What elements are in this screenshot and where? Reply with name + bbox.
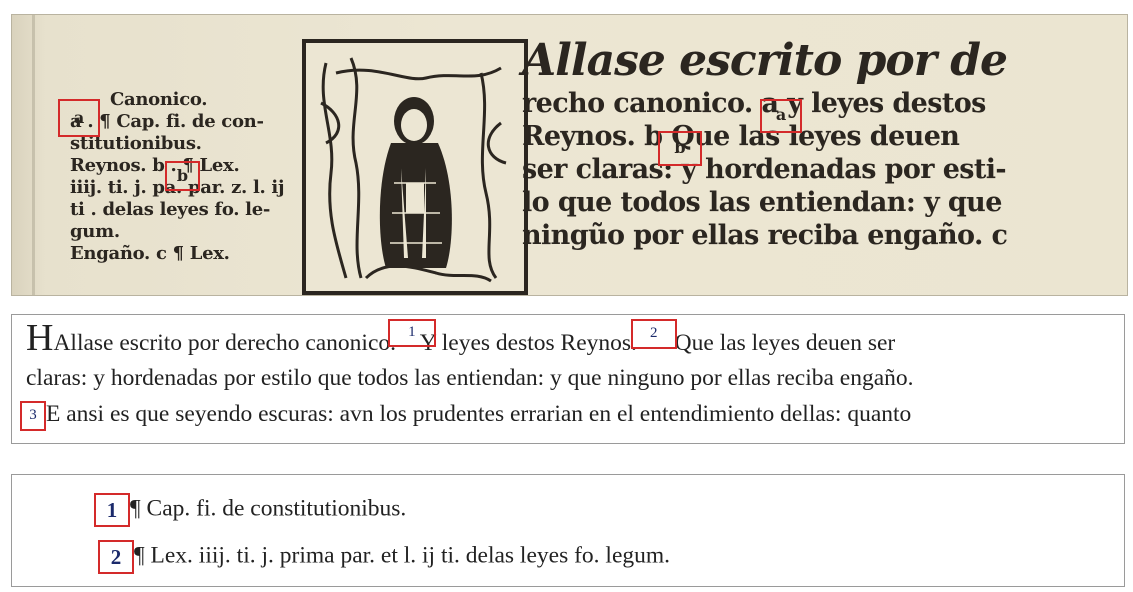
transcription-text: E ansi es que seyendo escuras: avn los p… [46, 401, 912, 427]
main-line: ningũo por ellas reciba engaño. c [522, 220, 1008, 251]
note-item: 2 ¶ Lex. iiij. ti. j. prima par. et l. ij… [98, 540, 670, 574]
scan-marker-box: a [760, 99, 802, 133]
transcription-line-1: HAllase escrito por derecho canonico. 1 … [26, 319, 895, 357]
facsimile-scan: Canonico. a . ¶ Cap. fi. de con- stituti… [11, 14, 1128, 296]
scan-marker-box: b [165, 161, 200, 191]
note-item: 1 ¶ Cap. fi. de constitutionibus. [94, 493, 406, 527]
margin-line: Engaño. c ¶ Lex. [70, 243, 230, 264]
notes-panel: 1 ¶ Cap. fi. de constitutionibus. 2 ¶ Lex.… [11, 474, 1125, 587]
transcription-line-3: 3E ansi es que seyendo escuras: avn los … [20, 401, 911, 431]
main-line: Allase escrito por de [522, 35, 1008, 86]
woodcut-initial-image [302, 39, 528, 295]
transcription-text: Y leyes destos Reynos. [419, 330, 637, 356]
scan-marker-box: a [58, 99, 100, 137]
scan-marker-box: b [658, 131, 702, 166]
main-line: Reynos. b Que las leyes deuen [522, 121, 960, 152]
main-line: ser claras: y hordenadas por esti- [522, 154, 1007, 185]
transcription-panel: HAllase escrito por derecho canonico. 1 … [11, 314, 1125, 444]
margin-line: ti . delas leyes fo. le- [70, 199, 271, 220]
note-number-box[interactable]: 1 [94, 493, 130, 527]
footnote-marker-3[interactable]: 3 [20, 401, 46, 431]
margin-line: gum. [70, 221, 120, 242]
footnote-marker-2[interactable]: 2 [630, 319, 677, 349]
margin-line: Canonico. [110, 89, 208, 110]
note-number-box[interactable]: 2 [98, 540, 134, 574]
transcription-line-2: claras: y hordenadas por estilo que todo… [26, 365, 914, 391]
margin-line: stitutionibus. [70, 133, 202, 154]
main-text-block: Allase escrito por de recho canonico. a … [522, 35, 1122, 252]
margin-line: a . ¶ Cap. fi. de con- [70, 111, 264, 132]
main-line: lo que todos las entiendan: y que [522, 187, 1002, 218]
drop-initial: H [26, 317, 54, 359]
main-line: recho canonico. a y leyes destos [522, 88, 986, 119]
woodcut-illustration [306, 43, 524, 291]
transcription-text: Que las leyes deuen ser [674, 330, 896, 356]
note-text: ¶ Cap. fi. de constitutionibus. [130, 495, 407, 522]
note-text: ¶ Lex. iiij. ti. j. prima par. et l. ij … [134, 542, 671, 569]
footnote-marker-1[interactable]: 1 [387, 319, 436, 347]
transcription-text: Allase escrito por derecho canonico. [53, 330, 397, 356]
